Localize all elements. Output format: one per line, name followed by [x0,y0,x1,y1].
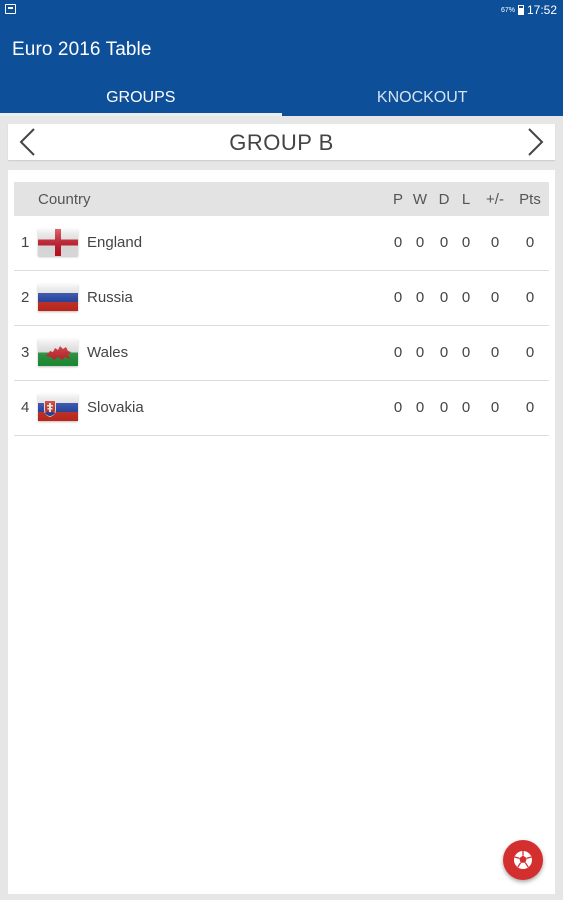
table-header: Country P W D L +/- Pts [14,182,549,216]
status-right: 67% 17:52 [501,3,557,17]
england-flag-icon [38,229,78,256]
header-points: Pts [519,191,541,208]
table-body: 1 England 0 0 0 0 0 0 2 Russia 0 0 0 0 0… [14,216,549,436]
app-bar: Euro 2016 Table GROUPS KNOCKOUT [0,20,563,116]
row-country: England [87,234,143,251]
row-rank: 4 [21,399,30,416]
russia-flag-icon [38,284,78,311]
row-played: 0 [393,399,403,416]
tab-bar: GROUPS KNOCKOUT [0,80,563,116]
status-clock: 17:52 [526,3,557,17]
notification-icon [5,4,16,14]
row-points: 0 [525,399,535,416]
row-played: 0 [393,234,403,251]
row-lost: 0 [461,289,471,306]
table-row[interactable]: 3 Wales 0 0 0 0 0 0 [14,326,549,381]
fab-button[interactable] [503,840,543,880]
row-drawn: 0 [439,399,449,416]
group-title: GROUP B [229,130,334,155]
row-goal-difference: 0 [490,289,500,306]
header-goal-difference: +/- [486,191,504,208]
row-country: Russia [87,289,133,306]
tab-knockout[interactable]: KNOCKOUT [282,80,563,116]
row-lost: 0 [461,234,471,251]
row-won: 0 [415,399,425,416]
slovakia-flag-icon [38,394,78,421]
header-won: W [412,191,428,208]
row-points: 0 [525,344,535,361]
battery-icon [517,5,524,15]
row-goal-difference: 0 [490,234,500,251]
chevron-right-icon[interactable] [519,126,549,158]
wales-flag-icon [38,339,78,366]
row-drawn: 0 [439,344,449,361]
row-goal-difference: 0 [490,399,500,416]
table-row[interactable]: 1 England 0 0 0 0 0 0 [14,216,549,271]
row-won: 0 [415,289,425,306]
table-row[interactable]: 2 Russia 0 0 0 0 0 0 [14,271,549,326]
status-bar: 67% 17:52 [0,0,563,20]
header-played: P [392,191,403,208]
header-drawn: D [438,191,450,208]
row-country: Slovakia [87,399,144,416]
row-played: 0 [393,344,403,361]
row-won: 0 [415,344,425,361]
row-won: 0 [415,234,425,251]
header-lost: L [461,191,471,208]
tab-groups[interactable]: GROUPS [0,80,282,116]
group-selector: GROUP B [8,124,555,160]
row-drawn: 0 [439,289,449,306]
battery-percent: 67% [500,6,515,14]
row-rank: 2 [21,289,30,306]
header-country: Country [38,191,91,208]
table-row[interactable]: 4 Slovakia 0 0 0 0 0 0 [14,381,549,436]
row-played: 0 [393,289,403,306]
row-lost: 0 [461,399,471,416]
row-rank: 3 [21,344,30,361]
row-lost: 0 [461,344,471,361]
app-title: Euro 2016 Table [12,39,152,60]
row-points: 0 [525,234,535,251]
row-drawn: 0 [439,234,449,251]
row-country: Wales [87,344,129,361]
row-rank: 1 [21,234,30,251]
soccer-ball-icon [514,851,532,869]
row-points: 0 [525,289,535,306]
standings-table: Country P W D L +/- Pts 1 England 0 0 0 [8,170,555,894]
row-goal-difference: 0 [490,344,500,361]
